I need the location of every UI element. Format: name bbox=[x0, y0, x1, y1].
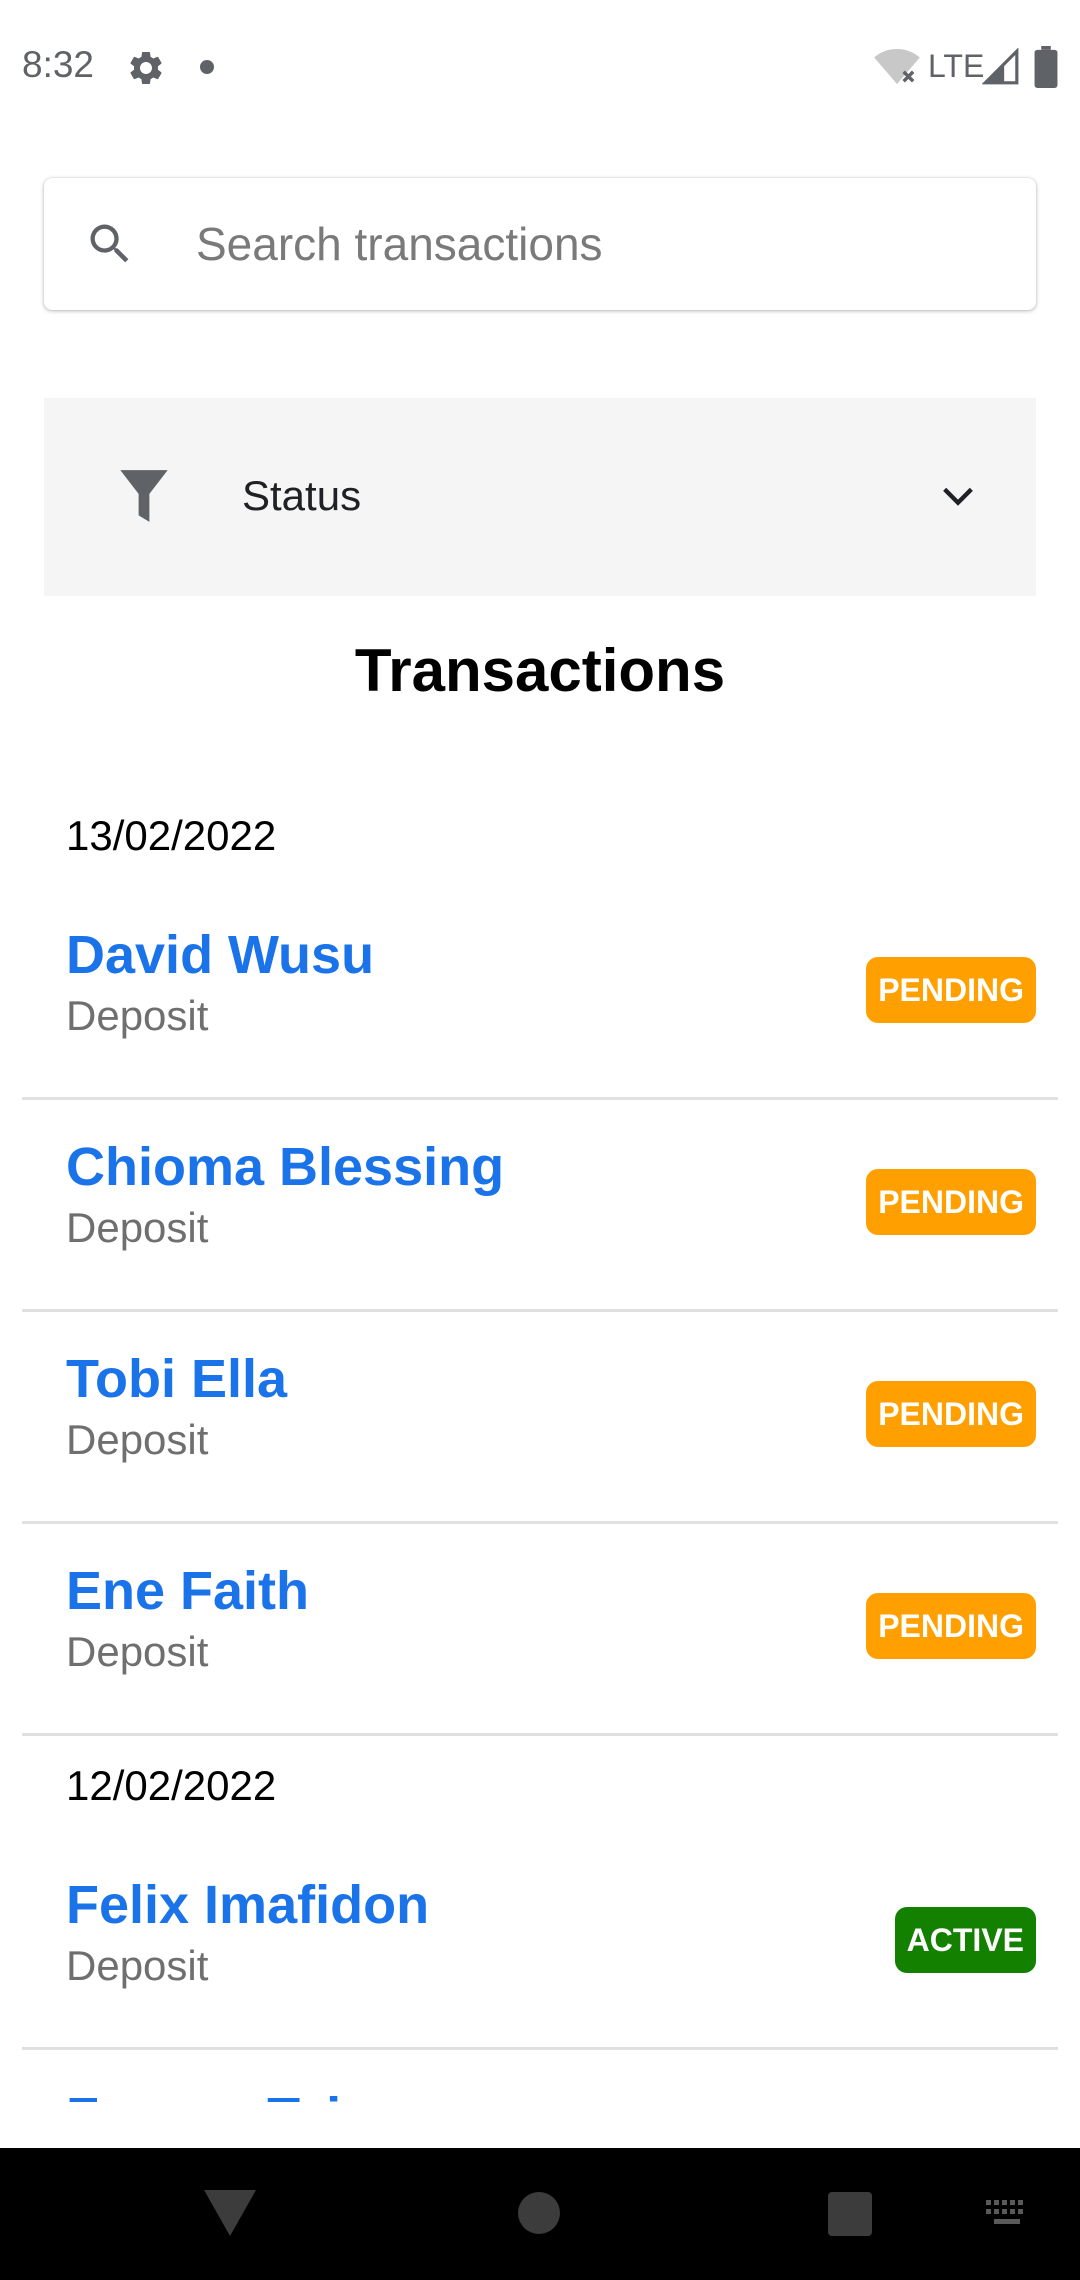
status-filter-dropdown[interactable]: Status bbox=[44, 398, 1036, 596]
search-icon bbox=[90, 224, 129, 263]
status-time: 8:32 bbox=[22, 44, 95, 85]
status-badge: ACTIVE bbox=[894, 1907, 1036, 1973]
chevron-down-icon bbox=[943, 487, 973, 506]
status-bar: 8:32 LTE bbox=[0, 0, 1080, 136]
wifi-off-icon bbox=[874, 48, 920, 85]
transaction-row[interactable]: Tobi Ella Deposit PENDING bbox=[22, 1312, 1058, 1524]
transaction-name[interactable]: Chioma Blessing bbox=[66, 1136, 504, 1198]
filter-icon bbox=[120, 470, 168, 522]
transaction-type: Deposit bbox=[66, 1942, 209, 1989]
status-badge: PENDING bbox=[866, 1381, 1036, 1447]
transaction-type: Deposit bbox=[66, 1204, 209, 1251]
signal-icon bbox=[982, 48, 1019, 85]
page-title: Transactions bbox=[354, 637, 726, 704]
keyboard-icon[interactable] bbox=[984, 2198, 1030, 2230]
gear-icon bbox=[130, 51, 162, 84]
transaction-type: Deposit bbox=[66, 1416, 209, 1463]
battery-icon bbox=[1034, 46, 1058, 88]
transaction-name[interactable]: Ene Faith bbox=[66, 1560, 309, 1622]
date-header: 12/02/2022 bbox=[66, 1762, 277, 1809]
transaction-list[interactable]: 13/02/2022 David Wusu Deposit PENDING Ch… bbox=[0, 760, 1080, 2102]
transaction-row[interactable]: Chioma Blessing Deposit PENDING bbox=[22, 1100, 1058, 1312]
notification-dot-icon bbox=[200, 60, 214, 74]
back-icon[interactable] bbox=[204, 2190, 256, 2236]
transaction-row[interactable]: David Wusu Deposit PENDING bbox=[22, 888, 1058, 1100]
network-type: LTE bbox=[928, 48, 985, 84]
transaction-name[interactable]: David Wusu bbox=[66, 924, 374, 986]
transaction-type: Deposit bbox=[66, 1628, 209, 1675]
transactions-screen: 8:32 LTE Status bbox=[0, 0, 1080, 2280]
transaction-name[interactable]: Farawe Taiwo bbox=[66, 2086, 416, 2102]
status-badge: PENDING bbox=[866, 1169, 1036, 1235]
search-bar[interactable] bbox=[44, 178, 1036, 310]
date-header: 13/02/2022 bbox=[66, 812, 277, 859]
transaction-name[interactable]: Tobi Ella bbox=[66, 1348, 287, 1410]
recents-icon[interactable] bbox=[828, 2192, 872, 2236]
transaction-row[interactable]: Ene Faith Deposit PENDING bbox=[22, 1524, 1058, 1736]
status-badge: PENDING bbox=[866, 957, 1036, 1023]
filter-label: Status bbox=[242, 472, 362, 519]
status-badge: PENDING bbox=[866, 1593, 1036, 1659]
home-icon[interactable] bbox=[518, 2192, 560, 2234]
transaction-row[interactable]: Farawe Taiwo bbox=[22, 2050, 1058, 2102]
transaction-name[interactable]: Felix Imafidon bbox=[66, 1874, 429, 1936]
navigation-bar bbox=[0, 2148, 1080, 2280]
search-input[interactable] bbox=[196, 200, 996, 288]
transaction-type: Deposit bbox=[66, 992, 209, 1039]
transaction-row[interactable]: Felix Imafidon Deposit ACTIVE bbox=[22, 1838, 1058, 2050]
